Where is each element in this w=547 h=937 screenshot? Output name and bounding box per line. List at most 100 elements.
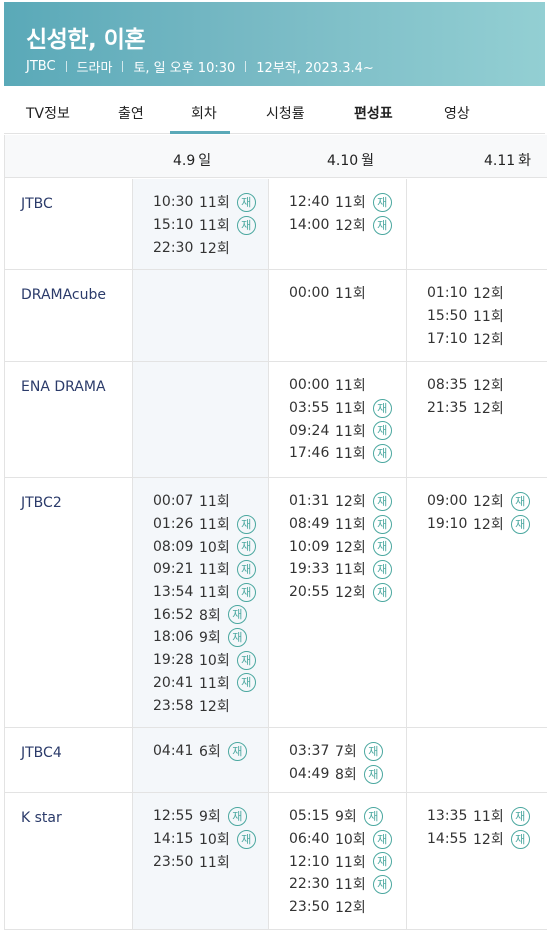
episode-number: 11회 [335,401,366,418]
tab-episodes[interactable]: 회차 [191,103,217,123]
episode-number: 11회 [199,494,230,511]
episode-number: 11회 [335,286,366,303]
rerun-badge: 재 [510,514,530,534]
rerun-badge: 재 [236,192,256,212]
day-header: 4.10 월 [327,150,374,170]
airing-list: 00:00 11회 03:55 11회 재 09:24 11회 재 17:46 11회 재 [289,374,392,465]
airing-item: 09:00 12회 재 [427,490,530,513]
day-column: 12:40 11회 재 14:00 12회 재 [269,179,407,269]
day-column: 08:35 12회 21:35 12회 [407,362,547,477]
airing-item: 04:41 6회 재 [153,740,247,763]
airing-item: 13:35 11회 재 [427,805,530,828]
day-column: 00:07 11회 01:26 11회 재 08:09 10회 재 09:21 11회 재 13:54… [132,478,269,727]
tab-schedule[interactable]: 편성표 [354,103,393,123]
episode-number: 11회 [335,446,366,463]
episode-number: 11회 [199,195,230,212]
rerun-badge: 재 [363,806,383,826]
tab-cast[interactable]: 출연 [118,103,144,123]
airing-list: 01:31 12회 재 08:49 11회 재 10:09 12회 재 19:33 11회 재 20:5… [289,490,392,603]
day-of-week: 화 [518,153,532,169]
airing-item: 23:58 12회 [153,694,256,717]
airing-item: 06:40 10회 재 [289,828,392,851]
airing-item: 08:09 10회 재 [153,535,256,558]
airing-item: 16:52 8회 재 [153,603,256,626]
channel-name[interactable]: JTBC2 [21,495,62,511]
channel-name[interactable]: JTBC4 [21,745,62,761]
episode-number: 10회 [199,539,230,556]
episode-number: 11회 [335,562,366,579]
airing-item: 01:26 11회 재 [153,513,256,536]
episode-number: 12회 [199,240,230,257]
program-title[interactable]: 신성한, 이혼 [26,20,146,54]
airing-item: 05:15 9회 재 [289,805,392,828]
episode-number: 11회 [335,517,366,534]
airing-time: 04:41 [153,743,194,760]
airing-time: 22:30 [289,876,330,893]
rerun-badge: 재 [372,421,392,441]
episode-number: 12회 [473,331,504,348]
rerun-badge: 재 [236,673,256,693]
airing-item: 23:50 12회 [289,896,392,919]
schedule-row: K star 12:55 9회 재 14:15 10회 재 23:50 11회 05:15 9회 재 0… [5,793,547,930]
airing-time: 12:55 [153,808,194,825]
rerun-badge: 재 [236,650,256,670]
airing-item: 21:35 12회 [427,397,504,420]
airing-item: 18:06 9회 재 [153,626,256,649]
airing-item: 13:54 11회 재 [153,581,256,604]
airing-item: 22:30 12회 [153,236,256,259]
day-column: 01:10 12회 15:50 11회 17:10 12회 [407,270,547,361]
schedule-table: 4.9 일 4.10 월 4.11 화 JTBC 10:30 11회 재 15:10 11회 재 2… [4,135,547,930]
meta-divider [65,61,67,72]
meta-channel: JTBC [26,59,56,74]
episode-number: 8회 [335,767,357,784]
schedule-row: JTBC 10:30 11회 재 15:10 11회 재 22:30 12회 12:40 11회 재 1… [5,179,547,270]
tab-tv-info[interactable]: TV정보 [26,103,70,123]
airing-time: 14:15 [153,831,194,848]
rerun-badge: 재 [363,741,383,761]
episode-number: 11회 [199,585,230,602]
rerun-badge: 재 [372,874,392,894]
rerun-badge: 재 [236,514,256,534]
channel-name[interactable]: ENA DRAMA [21,379,106,395]
airing-time: 18:06 [153,629,194,646]
channel-name[interactable]: DRAMAcube [21,287,106,303]
airing-time: 15:10 [153,217,194,234]
airing-item: 08:49 11회 재 [289,513,392,536]
airing-time: 03:37 [289,743,330,760]
rerun-badge: 재 [236,537,256,557]
channel-name[interactable]: JTBC [21,196,53,212]
episode-number: 12회 [473,517,504,534]
rerun-badge: 재 [363,764,383,784]
day-date: 4.10 [327,153,359,169]
airing-time: 09:24 [289,422,330,439]
day-of-week: 월 [361,153,375,169]
rerun-badge: 재 [510,491,530,511]
episode-number: 11회 [473,809,504,826]
airing-list: 10:30 11회 재 15:10 11회 재 22:30 12회 [153,191,256,259]
airing-time: 01:10 [427,285,468,302]
episode-number: 10회 [335,832,366,849]
airing-item: 03:55 11회 재 [289,397,392,420]
airing-item: 08:35 12회 [427,374,504,397]
rerun-badge: 재 [372,537,392,557]
rerun-badge: 재 [372,559,392,579]
rerun-badge: 재 [227,741,247,761]
rerun-badge: 재 [372,443,392,463]
tab-video[interactable]: 영상 [444,103,470,123]
day-column: 00:00 11회 03:55 11회 재 09:24 11회 재 17:46 11회 재 [269,362,407,477]
channel-name[interactable]: K star [21,810,62,826]
rerun-badge: 재 [236,582,256,602]
episode-number: 11회 [335,195,366,212]
airing-time: 01:31 [289,493,330,510]
episode-number: 11회 [335,378,366,395]
day-column: 12:55 9회 재 14:15 10회 재 23:50 11회 [132,793,269,929]
tab-ratings[interactable]: 시청률 [266,103,305,123]
day-column: 05:15 9회 재 06:40 10회 재 12:10 11회 재 22:30 11회 재 23:50… [269,793,407,929]
airing-time: 12:40 [289,194,330,211]
airing-list: 12:40 11회 재 14:00 12회 재 [289,191,392,236]
airing-item: 15:50 11회 [427,305,504,328]
airing-list: 04:41 6회 재 [153,740,247,763]
airing-item: 09:21 11회 재 [153,558,256,581]
airing-item: 12:40 11회 재 [289,191,392,214]
airing-time: 15:50 [427,308,468,325]
